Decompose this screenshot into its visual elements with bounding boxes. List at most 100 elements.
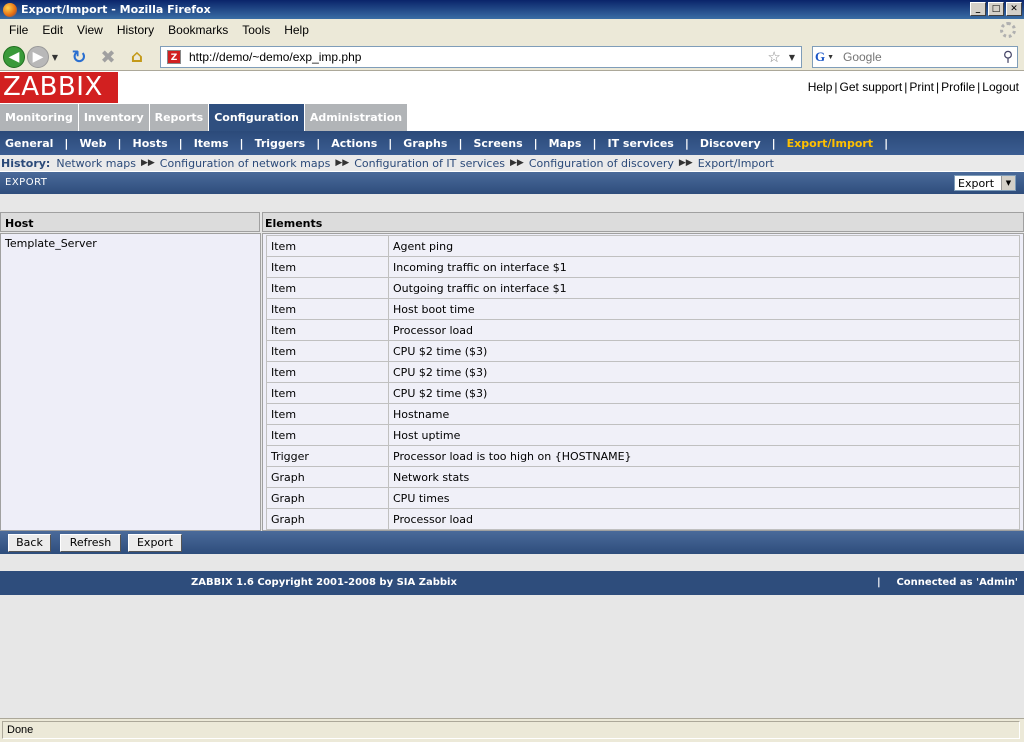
minimize-button[interactable]: _ xyxy=(970,2,986,16)
double-chevron-icon: ▶▶ xyxy=(140,158,155,168)
submenu-separator: | xyxy=(592,136,597,150)
element-name: Processor load is too high on {HOSTNAME} xyxy=(388,445,1020,467)
element-type: Item xyxy=(266,424,389,446)
history-dropdown-icon[interactable]: ▼ xyxy=(50,46,60,68)
tab-reports[interactable]: Reports xyxy=(149,104,209,131)
history-item[interactable]: Network maps xyxy=(56,157,136,170)
maximize-button[interactable]: □ xyxy=(988,2,1004,16)
profile-link[interactable]: Profile xyxy=(941,80,975,94)
tab-configuration[interactable]: Configuration xyxy=(209,104,304,131)
url-text[interactable]: http://demo/~demo/exp_imp.php xyxy=(189,50,767,64)
history-item[interactable]: Configuration of discovery xyxy=(529,157,674,170)
reload-icon[interactable]: ↻ xyxy=(68,46,90,68)
submenu-separator: | xyxy=(771,136,776,150)
submenu-screens[interactable]: Screens xyxy=(473,137,522,150)
element-row: Trigger Processor load is too high on {HO… xyxy=(266,445,1020,467)
page-background xyxy=(0,595,1024,718)
menu-view[interactable]: View xyxy=(70,23,110,37)
print-link[interactable]: Print xyxy=(909,80,934,94)
element-name: Network stats xyxy=(388,466,1020,488)
element-type: Graph xyxy=(266,487,389,509)
menu-tools[interactable]: Tools xyxy=(235,23,277,37)
submenu-discovery[interactable]: Discovery xyxy=(700,137,761,150)
submenu-web[interactable]: Web xyxy=(79,137,106,150)
elements-table-body: Item Agent ping Item Incoming traffic on in… xyxy=(266,235,1020,530)
element-type: Item xyxy=(266,403,389,425)
throbber-icon xyxy=(1000,22,1016,38)
submenu-separator: | xyxy=(117,136,122,150)
close-button[interactable]: ✕ xyxy=(1006,2,1022,16)
double-chevron-icon: ▶▶ xyxy=(335,158,350,168)
export-import-select[interactable]: Export ▼ xyxy=(954,175,1016,191)
tab-administration[interactable]: Administration xyxy=(304,104,408,131)
element-name: Processor load xyxy=(388,319,1020,341)
link-separator: | xyxy=(834,80,838,94)
submenu-actions[interactable]: Actions xyxy=(331,137,377,150)
tab-monitoring[interactable]: Monitoring xyxy=(0,104,78,131)
host-cell: Template_Server xyxy=(0,233,261,531)
submenu-hosts[interactable]: Hosts xyxy=(133,137,168,150)
element-type: Item xyxy=(266,277,389,299)
history-item[interactable]: Configuration of IT services xyxy=(354,157,505,170)
window-controls: _ □ ✕ xyxy=(970,2,1022,16)
search-box[interactable]: G▼ ⚲ xyxy=(812,46,1018,68)
home-icon[interactable]: ⌂ xyxy=(126,46,148,68)
submenu-graphs[interactable]: Graphs xyxy=(403,137,447,150)
element-name: Hostname xyxy=(388,403,1020,425)
firefox-icon xyxy=(3,2,17,17)
submenu-general[interactable]: General xyxy=(5,137,53,150)
select-value: Export xyxy=(958,176,995,190)
tab-inventory[interactable]: Inventory xyxy=(78,104,149,131)
configuration-submenu: General | Web | Hosts | Items | Triggers | Ac… xyxy=(0,131,1024,155)
submenu-it-services[interactable]: IT services xyxy=(608,137,674,150)
element-name: Processor load xyxy=(388,508,1020,530)
forward-arrow-icon[interactable]: ▶ xyxy=(27,46,49,68)
browser-menubar: File Edit View History Bookmarks Tools H… xyxy=(0,19,1024,41)
element-row: Item CPU $2 time ($3) xyxy=(266,361,1020,383)
back-button[interactable]: Back xyxy=(8,534,51,552)
url-dropdown-icon[interactable]: ▼ xyxy=(789,53,795,62)
search-input[interactable] xyxy=(839,48,999,66)
submenu-items[interactable]: Items xyxy=(194,137,229,150)
engine-dropdown-icon: ▼ xyxy=(827,53,835,61)
element-row: Item Host boot time xyxy=(266,298,1020,320)
logout-link[interactable]: Logout xyxy=(982,80,1019,94)
site-favicon-icon: Z xyxy=(167,50,181,64)
double-chevron-icon: ▶▶ xyxy=(678,158,693,168)
menu-edit[interactable]: Edit xyxy=(35,23,70,37)
address-bar[interactable]: Z http://demo/~demo/exp_imp.php ☆ ▼ xyxy=(160,46,802,68)
menu-file[interactable]: File xyxy=(2,23,35,37)
history-label: History: xyxy=(1,156,51,170)
export-button[interactable]: Export xyxy=(128,534,182,552)
menu-bookmarks[interactable]: Bookmarks xyxy=(161,23,235,37)
spacer xyxy=(0,194,1024,212)
back-arrow-icon[interactable]: ◀ xyxy=(3,46,25,68)
menu-help[interactable]: Help xyxy=(277,23,316,37)
submenu-separator: | xyxy=(684,136,689,150)
stop-icon[interactable]: ✖ xyxy=(97,46,119,68)
menu-history[interactable]: History xyxy=(110,23,161,37)
link-separator: | xyxy=(904,80,908,94)
refresh-button[interactable]: Refresh xyxy=(60,534,121,552)
main-tabs: Monitoring Inventory Reports Configurati… xyxy=(0,104,1024,131)
browser-statusbar: Done xyxy=(0,718,1024,742)
elements-cell: Item Agent ping Item Incoming traffic on in… xyxy=(262,233,1024,531)
get-support-link[interactable]: Get support xyxy=(840,80,903,94)
search-engine-letter: G xyxy=(815,49,826,64)
search-engine-icon[interactable]: G ▼ xyxy=(815,48,839,66)
history-item[interactable]: Configuration of network maps xyxy=(160,157,331,170)
element-type: Trigger xyxy=(266,445,389,467)
search-icon[interactable]: ⚲ xyxy=(999,49,1017,65)
submenu-triggers[interactable]: Triggers xyxy=(255,137,306,150)
element-name: CPU $2 time ($3) xyxy=(388,361,1020,383)
form-buttons-bar: Back Refresh Export xyxy=(0,531,1024,554)
submenu-maps[interactable]: Maps xyxy=(549,137,582,150)
page-header-bar: EXPORT Export ▼ xyxy=(0,172,1024,194)
bookmark-star-icon[interactable]: ☆ xyxy=(767,48,780,66)
history-item[interactable]: Export/Import xyxy=(698,157,774,170)
submenu-export-import[interactable]: Export/Import xyxy=(787,137,873,150)
footer-separator: | xyxy=(877,577,881,588)
element-row: Graph CPU times xyxy=(266,487,1020,509)
help-link[interactable]: Help xyxy=(808,80,833,94)
submenu-separator: | xyxy=(388,136,393,150)
